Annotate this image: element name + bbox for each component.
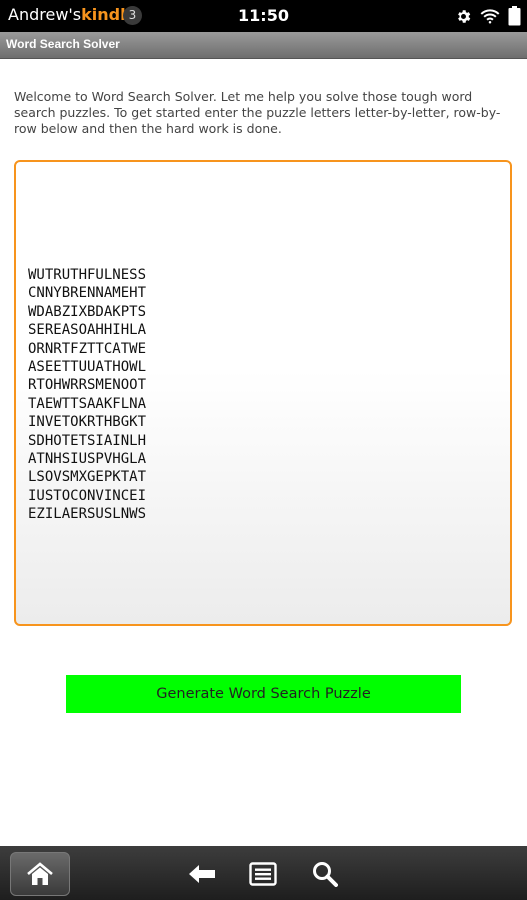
generate-puzzle-button[interactable]: Generate Word Search Puzzle <box>66 675 461 713</box>
puzzle-letters[interactable]: WUTRUTHFULNESS CNNYBRENNAMEHT WDABZIXBDA… <box>28 266 146 524</box>
menu-icon <box>249 862 277 886</box>
battery-icon <box>508 6 521 26</box>
wifi-icon <box>480 9 500 24</box>
home-icon <box>27 862 53 885</box>
welcome-text: Welcome to Word Search Solver. Let me he… <box>14 89 501 136</box>
back-icon <box>189 865 215 883</box>
status-bar: Andrew'skindle 3 11:50 <box>0 0 527 32</box>
search-icon <box>313 862 338 887</box>
menu-button[interactable] <box>248 860 278 888</box>
search-button[interactable] <box>310 860 340 888</box>
back-button[interactable] <box>187 860 217 888</box>
gear-icon[interactable] <box>455 8 472 25</box>
navigation-bar <box>0 846 527 900</box>
clock: 11:50 <box>238 6 289 25</box>
home-button[interactable] <box>10 852 70 896</box>
app-title-bar: Word Search Solver <box>0 32 527 59</box>
puzzle-input[interactable]: WUTRUTHFULNESS CNNYBRENNAMEHT WDABZIXBDA… <box>14 160 512 626</box>
app-title: Word Search Solver <box>6 37 120 51</box>
status-icons[interactable] <box>455 6 521 26</box>
